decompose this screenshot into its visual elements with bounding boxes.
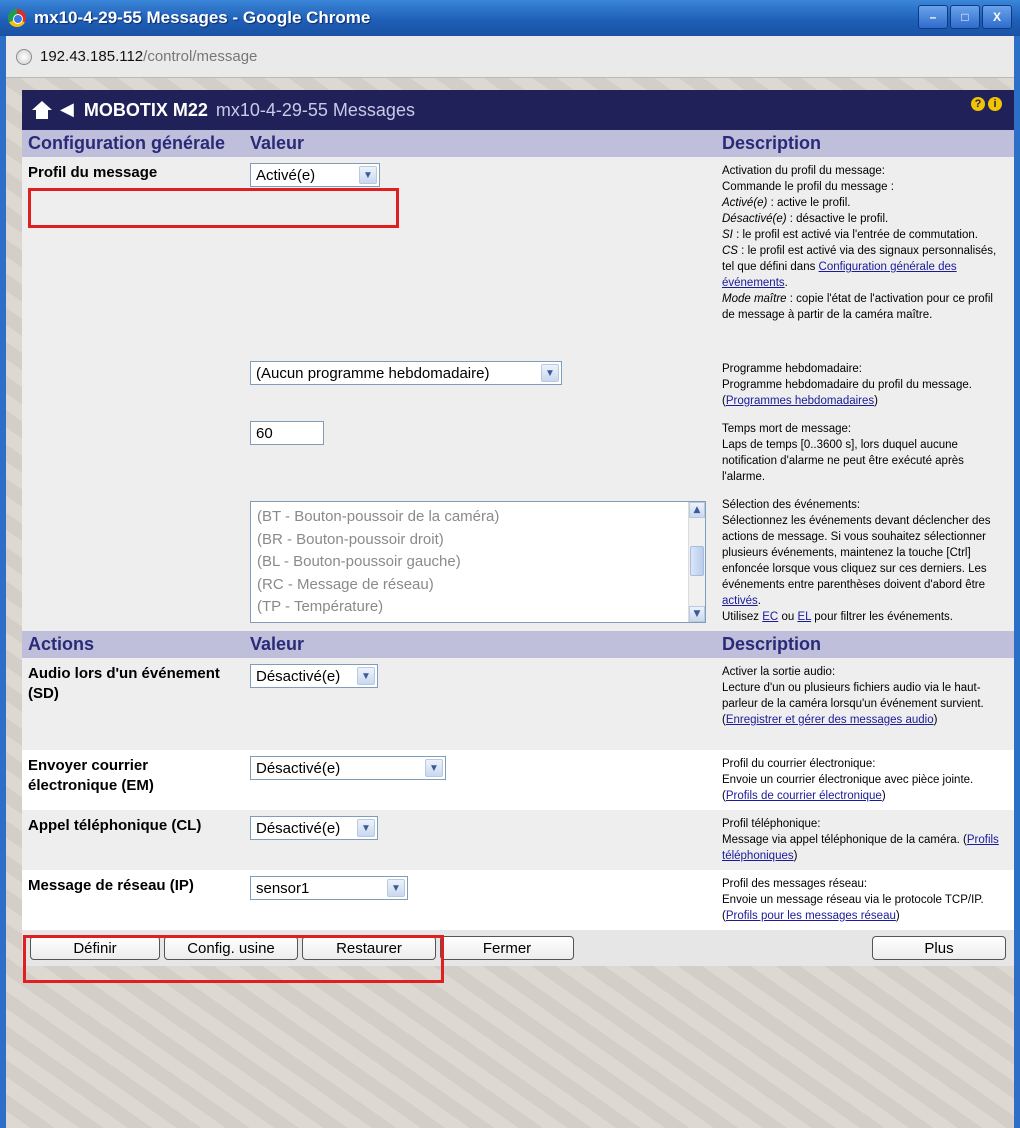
email-select[interactable]: Désactivé(e) ▼ [250, 756, 446, 780]
event-option[interactable]: (BT - Bouton-poussoir de la caméra) [257, 506, 699, 529]
help-icon[interactable]: ? [971, 97, 985, 111]
home-icon[interactable] [32, 101, 52, 119]
back-arrow-icon[interactable]: ◀ [60, 101, 74, 119]
url-host: 192.43.185.112 [40, 48, 144, 65]
email-description: Profil du courrier électronique: Envoie … [716, 750, 1014, 810]
url-path: /control/message [143, 48, 258, 65]
programme-select[interactable]: (Aucun programme hebdomadaire) ▼ [250, 361, 562, 385]
address-bar[interactable]: 192.43.185.112/control/message [6, 36, 1014, 78]
column-header-value: Valeur [244, 631, 716, 658]
network-select[interactable]: sensor1 ▼ [250, 876, 408, 900]
email-label: Envoyer courrier électronique (EM) [28, 757, 154, 794]
button-bar: Définir Config. usine Restaurer Fermer P… [22, 930, 1014, 966]
info-icon[interactable]: i [988, 97, 1002, 111]
phone-select-value: Désactivé(e) [256, 819, 341, 837]
temps-mort-input[interactable] [250, 421, 324, 445]
events-listbox[interactable]: (BT - Bouton-poussoir de la caméra) (BR … [250, 501, 706, 623]
close-button[interactable]: X [982, 5, 1012, 29]
minimize-button[interactable]: – [918, 5, 948, 29]
section-header-actions: Actions Valeur Description [22, 631, 1014, 658]
profil-select-value: Activé(e) [256, 166, 316, 184]
row-audio: Audio lors d'un événement (SD) Désactivé… [22, 658, 1014, 750]
el-link[interactable]: EL [797, 611, 811, 623]
email-profiles-link[interactable]: Profils de courrier électronique [726, 790, 882, 802]
column-header-value: Valeur [244, 130, 716, 157]
scroll-down-icon[interactable]: ▼ [689, 606, 705, 622]
row-events: (BT - Bouton-poussoir de la caméra) (BR … [22, 491, 1014, 631]
programme-select-value: (Aucun programme hebdomadaire) [256, 364, 490, 382]
email-select-value: Désactivé(e) [256, 759, 341, 777]
network-description: Profil des messages réseau: Envoie un me… [716, 870, 1014, 930]
events-scrollbar[interactable]: ▲ ▼ [688, 502, 705, 622]
window-frame-right [1014, 36, 1020, 1128]
more-button[interactable]: Plus [872, 936, 1006, 960]
programmes-link[interactable]: Programmes hebdomadaires [726, 395, 874, 407]
row-phone: Appel téléphonique (CL) Désactivé(e) ▼ P… [22, 810, 1014, 870]
scroll-up-icon[interactable]: ▲ [689, 502, 705, 518]
programme-description: Programme hebdomadaire: Programme hebdom… [716, 355, 1014, 415]
row-network: Message de réseau (IP) sensor1 ▼ Profil … [22, 870, 1014, 930]
event-option[interactable]: (RC - Message de réseau) [257, 574, 699, 597]
chevron-down-icon: ▼ [359, 166, 377, 184]
help-icons: ? i [971, 97, 1002, 111]
page-title: mx10-4-29-55 Messages [215, 99, 415, 120]
column-header-description: Description [716, 631, 1014, 658]
config-table: Configuration générale Valeur Descriptio… [22, 130, 1014, 930]
profil-select[interactable]: Activé(e) ▼ [250, 163, 380, 187]
phone-select[interactable]: Désactivé(e) ▼ [250, 816, 378, 840]
row-programme: (Aucun programme hebdomadaire) ▼ Program… [22, 355, 1014, 415]
audio-select-value: Désactivé(e) [256, 667, 341, 685]
brand-name: MOBOTIX M22 [83, 99, 208, 120]
column-header-config: Configuration générale [22, 130, 244, 157]
window-title: mx10-4-29-55 Messages - Google Chrome [34, 8, 371, 27]
chrome-logo-icon [8, 9, 26, 27]
temps-mort-description: Temps mort de message: Laps de temps [0.… [716, 415, 1014, 491]
column-header-description: Description [716, 130, 1014, 157]
network-label: Message de réseau (IP) [28, 877, 194, 894]
event-option[interactable]: (TP - Température) [257, 596, 699, 619]
event-option[interactable]: (BR - Bouton-poussoir droit) [257, 529, 699, 552]
section-header-general: Configuration générale Valeur Descriptio… [22, 130, 1014, 157]
events-description: Sélection des événements: Sélectionnez l… [716, 491, 1014, 631]
chevron-down-icon: ▼ [357, 667, 375, 685]
chevron-down-icon: ▼ [357, 819, 375, 837]
factory-config-button[interactable]: Config. usine [164, 936, 298, 960]
audio-messages-link[interactable]: Enregistrer et gérer des messages audio [726, 714, 934, 726]
column-header-actions: Actions [22, 631, 244, 658]
event-option[interactable]: (BL - Bouton-poussoir gauche) [257, 551, 699, 574]
chevron-down-icon: ▼ [387, 879, 405, 897]
profil-description: Activation du profil du message: Command… [716, 157, 1014, 355]
scroll-thumb[interactable] [690, 546, 704, 576]
row-profil-message: Profil du message Activé(e) ▼ Activation… [22, 157, 1014, 355]
chevron-down-icon: ▼ [425, 759, 443, 777]
profil-label: Profil du message [28, 164, 158, 181]
phone-description: Profil téléphonique: Message via appel t… [716, 810, 1014, 870]
phone-label: Appel téléphonique (CL) [28, 817, 202, 834]
maximize-button[interactable]: □ [950, 5, 980, 29]
page-info-icon[interactable] [16, 48, 32, 65]
close-page-button[interactable]: Fermer [440, 936, 574, 960]
network-select-value: sensor1 [256, 879, 310, 897]
ec-link[interactable]: EC [762, 611, 778, 623]
row-temps-mort: Temps mort de message: Laps de temps [0.… [22, 415, 1014, 491]
audio-label: Audio lors d'un événement (SD) [28, 665, 220, 702]
window-titlebar: mx10-4-29-55 Messages - Google Chrome – … [0, 0, 1020, 36]
row-email: Envoyer courrier électronique (EM) Désac… [22, 750, 1014, 810]
chevron-down-icon: ▼ [541, 364, 559, 382]
messages-panel: ◀ MOBOTIX M22 mx10-4-29-55 Messages Conf… [22, 90, 1014, 966]
definir-button[interactable]: Définir [30, 936, 160, 960]
audio-select[interactable]: Désactivé(e) ▼ [250, 664, 378, 688]
page-header: ◀ MOBOTIX M22 mx10-4-29-55 Messages [22, 90, 1014, 130]
restore-button[interactable]: Restaurer [302, 936, 436, 960]
network-profiles-link[interactable]: Profils pour les messages réseau [726, 910, 896, 922]
activated-link[interactable]: activés [722, 595, 758, 607]
audio-description: Activer la sortie audio: Lecture d'un ou… [716, 658, 1014, 750]
window-controls: – □ X [918, 5, 1012, 29]
